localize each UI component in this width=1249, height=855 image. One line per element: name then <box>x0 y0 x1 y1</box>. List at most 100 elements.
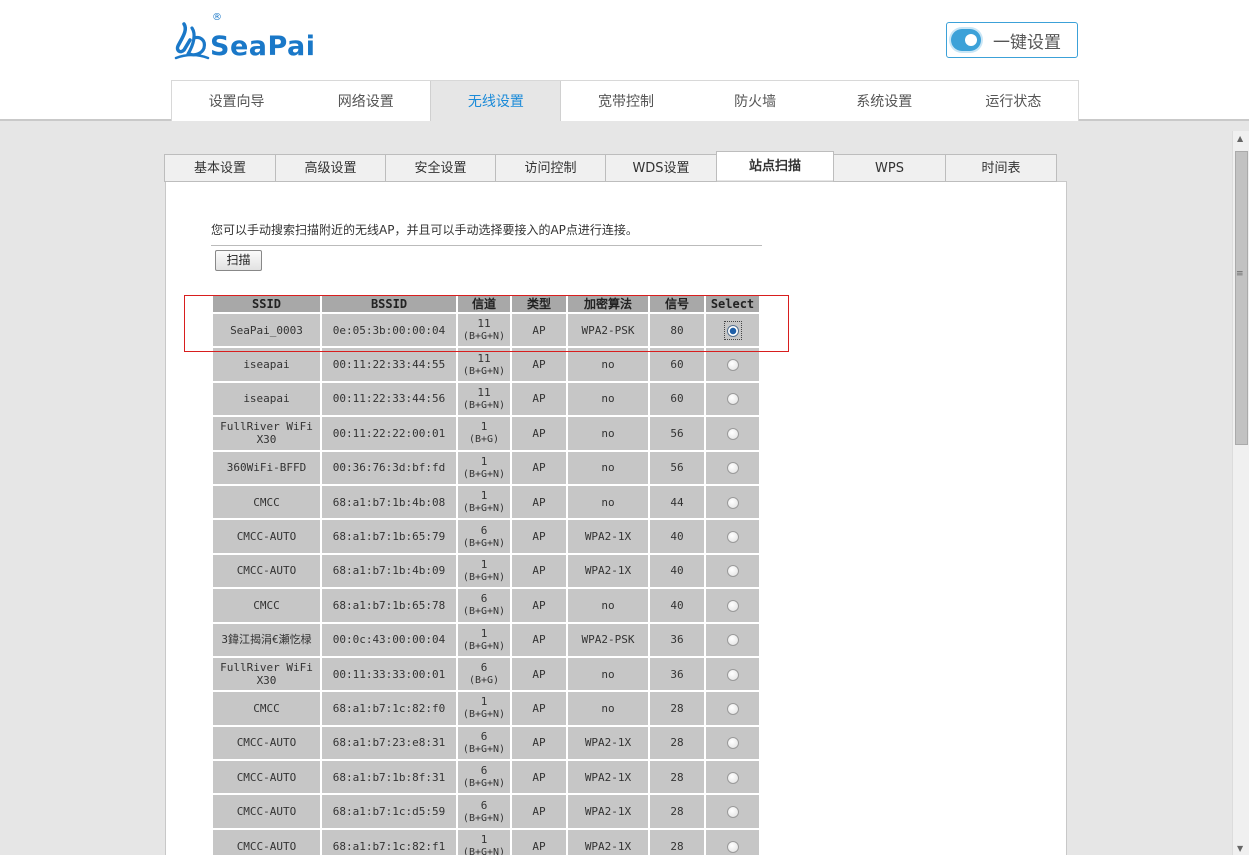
channel-cell: 11 (B+G+N) <box>458 382 510 416</box>
channel-number: 1 <box>480 557 488 571</box>
table-row[interactable]: CMCC 68:a1:b7:1c:82:f0 1 (B+G+N) AP no 28 <box>213 692 759 725</box>
sub-tab-2[interactable]: 高级设置 <box>275 154 386 182</box>
select-radio[interactable] <box>726 840 739 853</box>
select-cell <box>706 417 759 450</box>
scan-button[interactable]: 扫描 <box>215 250 262 271</box>
table-row[interactable]: CMCC-AUTO 68:a1:b7:1c:82:f1 1 (B+G+N) AP WPA2… <box>213 829 759 855</box>
channel-mode: (B+G+N) <box>462 537 506 549</box>
nav-item-1[interactable]: 设置向导 <box>172 81 301 121</box>
main-navigation: 设置向导 网络设置 无线设置 宽带控制 防火墙 系统设置 运行状态 <box>171 80 1079 121</box>
bssid-cell: 68:a1:b7:1c:82:f0 <box>322 692 456 725</box>
bssid-cell: 0e:05:3b:00:00:04 <box>322 314 456 347</box>
select-radio[interactable] <box>726 565 739 578</box>
registered-mark: ® <box>212 12 222 23</box>
table-row[interactable]: CMCC-AUTO 68:a1:b7:1c:d5:59 6 (B+G+N) AP WPA2… <box>213 795 759 828</box>
table-row[interactable]: CMCC-AUTO 68:a1:b7:1b:4b:09 1 (B+G+N) AP WPA2… <box>213 554 759 588</box>
scroll-up-icon[interactable]: ▲ <box>1237 134 1243 143</box>
select-radio[interactable] <box>726 359 739 372</box>
sub-tab-8[interactable]: 时间表 <box>945 154 1057 182</box>
select-radio[interactable] <box>726 771 739 784</box>
table-row[interactable]: SeaPai_0003 0e:05:3b:00:00:04 11 (B+G+N) AP W… <box>213 314 759 347</box>
scroll-down-icon[interactable]: ▼ <box>1237 844 1243 853</box>
select-radio[interactable] <box>726 462 739 475</box>
channel-number: 1 <box>480 626 488 640</box>
type-cell: AP <box>512 485 566 519</box>
seapai-logo: ® SeaPai <box>174 12 316 62</box>
channel-number: 1 <box>480 420 488 434</box>
table-row[interactable]: FullRiver WiFi X30 00:11:22:22:00:01 1 (B+G… <box>213 417 759 450</box>
table-row[interactable]: iseapai 00:11:22:33:44:55 11 (B+G+N) AP no 60 <box>213 348 759 381</box>
encryption-cell: WPA2-PSK <box>568 623 648 656</box>
select-radio[interactable] <box>726 737 739 750</box>
table-row[interactable]: iseapai 00:11:22:33:44:56 11 (B+G+N) AP no 60 <box>213 382 759 416</box>
channel-mode: (B+G+N) <box>462 778 506 790</box>
signal-cell: 28 <box>650 795 704 828</box>
sub-tab-7[interactable]: WPS <box>833 154 946 182</box>
channel-cell: 11 (B+G+N) <box>458 314 510 347</box>
signal-cell: 28 <box>650 692 704 725</box>
nav-item-3[interactable]: 无线设置 <box>430 81 562 121</box>
signal-cell: 44 <box>650 485 704 519</box>
table-row[interactable]: CMCC-AUTO 68:a1:b7:1b:8f:31 6 (B+G+N) AP WPA2… <box>213 761 759 794</box>
table-row[interactable]: FullRiver WiFi X30 00:11:33:33:00:01 6 (B+G… <box>213 657 759 691</box>
table-row[interactable]: CMCC-AUTO 68:a1:b7:23:e8:31 6 (B+G+N) AP WPA2… <box>213 726 759 760</box>
select-radio[interactable] <box>726 324 739 337</box>
nav-item-6[interactable]: 系统设置 <box>820 81 949 121</box>
type-cell: AP <box>512 726 566 760</box>
select-radio[interactable] <box>726 634 739 647</box>
sub-tab-1[interactable]: 基本设置 <box>164 154 276 182</box>
channel-cell: 6 (B+G) <box>458 657 510 691</box>
table-row[interactable]: CMCC 68:a1:b7:1b:4b:08 1 (B+G+N) AP no 44 <box>213 485 759 519</box>
select-cell <box>706 382 759 416</box>
channel-number: 6 <box>480 729 488 743</box>
encryption-cell: WPA2-1X <box>568 554 648 588</box>
column-header: 信道 <box>458 295 510 312</box>
select-cell <box>706 623 759 656</box>
select-cell <box>706 554 759 588</box>
channel-mode: (B+G+N) <box>462 468 506 480</box>
nav-item-4[interactable]: 宽带控制 <box>561 81 690 121</box>
nav-item-2[interactable]: 网络设置 <box>301 81 430 121</box>
bssid-cell: 00:36:76:3d:bf:fd <box>322 451 456 484</box>
column-header: 加密算法 <box>568 295 648 312</box>
signal-cell: 56 <box>650 417 704 450</box>
sub-tab-5[interactable]: WDS设置 <box>605 154 717 182</box>
channel-number: 6 <box>480 661 488 675</box>
channel-cell: 6 (B+G+N) <box>458 589 510 622</box>
select-radio[interactable] <box>726 599 739 612</box>
select-cell <box>706 829 759 855</box>
quick-setup-button[interactable]: 一键设置 <box>946 22 1078 58</box>
select-radio[interactable] <box>726 702 739 715</box>
channel-cell: 1 (B+G+N) <box>458 692 510 725</box>
select-radio[interactable] <box>726 668 739 681</box>
page-scrollbar[interactable]: ▲ ≡ ▼ <box>1232 131 1249 855</box>
table-row[interactable]: CMCC-AUTO 68:a1:b7:1b:65:79 6 (B+G+N) AP WPA2… <box>213 520 759 553</box>
quick-setup-label: 一键设置 <box>993 32 1061 53</box>
select-radio[interactable] <box>726 531 739 544</box>
ssid-cell: CMCC <box>213 692 320 725</box>
brand-name: SeaPai <box>210 31 316 62</box>
type-cell: AP <box>512 451 566 484</box>
scroll-grip-icon: ≡ <box>1236 269 1244 279</box>
channel-mode: (B+G+N) <box>462 743 506 755</box>
signal-cell: 28 <box>650 726 704 760</box>
select-radio[interactable] <box>726 393 739 406</box>
table-row[interactable]: 3鍏江揭涓€瀬忔椂 00:0c:43:00:00:04 1 (B+G+N) AP WPA2… <box>213 623 759 656</box>
ssid-cell: CMCC-AUTO <box>213 520 320 553</box>
ssid-cell: 3鍏江揭涓€瀬忔椂 <box>213 623 320 656</box>
scrollbar-thumb[interactable] <box>1235 151 1248 445</box>
sub-tab-3[interactable]: 安全设置 <box>385 154 496 182</box>
select-radio[interactable] <box>726 496 739 509</box>
sub-tab-6[interactable]: 站点扫描 <box>716 151 834 180</box>
seapai-logo-icon <box>174 22 210 60</box>
encryption-cell: no <box>568 382 648 416</box>
channel-number: 11 <box>477 385 491 399</box>
select-radio[interactable] <box>726 427 739 440</box>
nav-item-5[interactable]: 防火墙 <box>691 81 820 121</box>
channel-mode: (B+G) <box>468 675 500 687</box>
table-row[interactable]: 360WiFi-BFFD 00:36:76:3d:bf:fd 1 (B+G+N) AP n… <box>213 451 759 484</box>
select-radio[interactable] <box>726 806 739 819</box>
table-row[interactable]: CMCC 68:a1:b7:1b:65:78 6 (B+G+N) AP no 40 <box>213 589 759 622</box>
nav-item-7[interactable]: 运行状态 <box>949 81 1078 121</box>
sub-tab-4[interactable]: 访问控制 <box>495 154 606 182</box>
